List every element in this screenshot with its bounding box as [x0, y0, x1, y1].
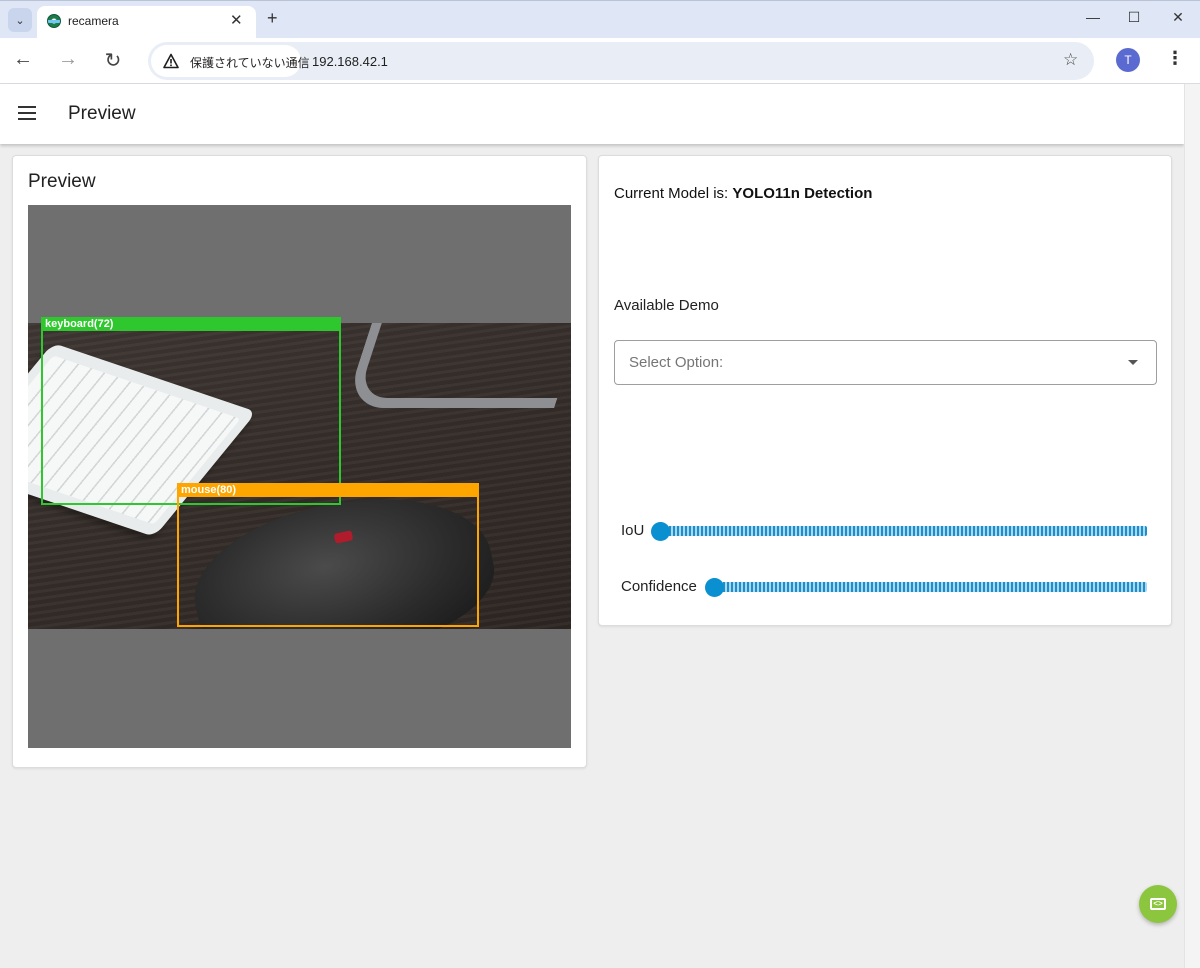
model-controls-card: Current Model is: YOLO11n Detection Avai… [598, 155, 1172, 626]
address-bar[interactable]: 保護されていない通信 192.168.42.1 ☆ [148, 42, 1094, 80]
tab-title: recamera [68, 14, 119, 28]
browser-toolbar: ← → ↻ 保護されていない通信 192.168.42.1 ☆ T ⋮ [0, 38, 1200, 84]
maximize-window-button[interactable]: ☐ [1124, 9, 1144, 26]
page-scrollbar[interactable] [1184, 84, 1200, 968]
security-chip[interactable]: 保護されていない通信 [151, 45, 310, 77]
current-model-prefix: Current Model is: [614, 185, 729, 202]
back-button[interactable]: ← [11, 48, 35, 71]
bookmark-star-icon[interactable]: ☆ [1063, 50, 1078, 70]
browser-tab-strip: ⌄ recamera ✕ + — ☐ ✕ [0, 0, 1200, 39]
detection-box-keyboard: keyboard(72) [41, 317, 341, 505]
reload-button[interactable]: ↻ [101, 48, 125, 73]
tab-search-button[interactable]: ⌄ [8, 8, 32, 32]
available-demo-label: Available Demo [614, 297, 719, 314]
dropdown-caret-icon[interactable] [1128, 360, 1138, 365]
iou-slider-label: IoU [621, 522, 645, 539]
confidence-slider-track[interactable] [715, 582, 1147, 592]
current-model-name: YOLO11n Detection [732, 185, 873, 202]
url-text[interactable]: 192.168.42.1 [312, 54, 388, 69]
confidence-slider-thumb[interactable] [705, 578, 724, 597]
forward-button[interactable]: → [56, 48, 80, 71]
demo-select-placeholder: Select Option: [629, 354, 724, 371]
hamburger-menu-icon[interactable] [18, 106, 36, 120]
browser-menu-icon[interactable]: ⋮ [1166, 48, 1184, 69]
preview-card: Preview keyboard(72) mouse(80) [12, 155, 587, 768]
close-tab-icon[interactable]: ✕ [230, 11, 243, 29]
demo-select[interactable]: Select Option: [614, 340, 1157, 385]
camera-preview: keyboard(72) mouse(80) [28, 205, 571, 748]
preview-card-title: Preview [28, 171, 96, 192]
laptop-stand-shape [344, 323, 571, 408]
warning-icon [163, 53, 179, 69]
detection-box-mouse: mouse(80) [177, 483, 479, 627]
iou-slider-thumb[interactable] [651, 522, 670, 541]
detection-label-mouse: mouse(80) [177, 483, 479, 497]
code-view-fab-button[interactable]: <> [1139, 885, 1177, 923]
detection-label-keyboard: keyboard(72) [41, 317, 341, 331]
browser-tab[interactable]: recamera ✕ [37, 6, 256, 39]
close-window-button[interactable]: ✕ [1168, 9, 1188, 26]
iou-slider-track[interactable] [661, 526, 1147, 536]
security-chip-label: 保護されていない通信 [190, 56, 310, 70]
app-header: Preview [0, 84, 1184, 144]
current-model-line: Current Model is: YOLO11n Detection [614, 185, 872, 202]
confidence-slider-label: Confidence [621, 578, 697, 595]
profile-avatar[interactable]: T [1116, 48, 1140, 72]
code-window-icon: <> [1150, 898, 1166, 910]
recamera-favicon-icon [47, 14, 61, 28]
new-tab-button[interactable]: + [267, 8, 278, 29]
page-title: Preview [68, 103, 136, 124]
minimize-window-button[interactable]: — [1083, 9, 1103, 25]
